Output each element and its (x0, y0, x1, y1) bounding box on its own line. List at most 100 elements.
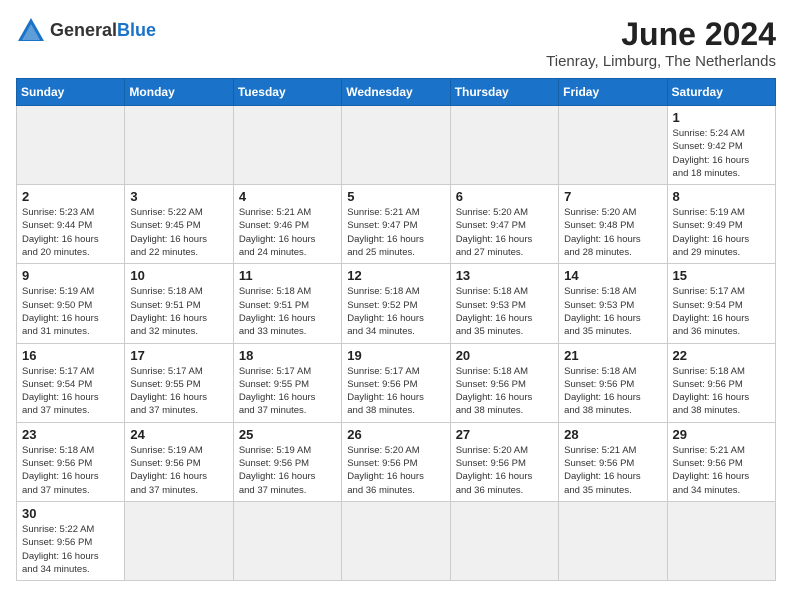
day-cell-7: 7 Sunrise: 5:20 AM Sunset: 9:48 PM Daylig… (559, 185, 667, 264)
day-number-10: 10 (130, 268, 227, 283)
day-number-26: 26 (347, 427, 444, 442)
day-number-30: 30 (22, 506, 119, 521)
day-cell-26: 26 Sunrise: 5:20 AM Sunset: 9:56 PM Dayli… (342, 422, 450, 501)
empty-cell (125, 501, 233, 580)
day-cell-11: 11Sunrise: 5:18 AM Sunset: 9:51 PM Dayli… (233, 264, 341, 343)
day-info-14: Sunrise: 5:18 AM Sunset: 9:53 PM Dayligh… (564, 285, 661, 338)
day-info-7: Sunrise: 5:20 AM Sunset: 9:48 PM Dayligh… (564, 206, 661, 259)
month-title: June 2024 (546, 16, 776, 53)
day-info-18: Sunrise: 5:17 AM Sunset: 9:55 PM Dayligh… (239, 365, 336, 418)
day-number-17: 17 (130, 348, 227, 363)
title-area: June 2024 Tienray, Limburg, The Netherla… (546, 16, 776, 70)
day-number-5: 5 (347, 189, 444, 204)
day-cell-28: 28Sunrise: 5:21 AM Sunset: 9:56 PM Dayli… (559, 422, 667, 501)
empty-cell (342, 501, 450, 580)
weekday-header-row: SundayMondayTuesdayWednesdayThursdayFrid… (17, 79, 776, 106)
day-info-21: Sunrise: 5:18 AM Sunset: 9:56 PM Dayligh… (564, 365, 661, 418)
day-info-26: Sunrise: 5:20 AM Sunset: 9:56 PM Dayligh… (347, 444, 444, 497)
weekday-header-sunday: Sunday (17, 79, 125, 106)
empty-cell (17, 106, 125, 185)
day-cell-4: 4Sunrise: 5:21 AM Sunset: 9:46 PM Daylig… (233, 185, 341, 264)
day-cell-18: 18 Sunrise: 5:17 AM Sunset: 9:55 PM Dayli… (233, 343, 341, 422)
day-number-25: 25 (239, 427, 336, 442)
day-info-17: Sunrise: 5:17 AM Sunset: 9:55 PM Dayligh… (130, 365, 227, 418)
day-cell-6: 6 Sunrise: 5:20 AM Sunset: 9:47 PM Daylig… (450, 185, 558, 264)
calendar-week-6: 30 Sunrise: 5:22 AM Sunset: 9:56 PM Dayli… (17, 501, 776, 580)
day-info-20: Sunrise: 5:18 AM Sunset: 9:56 PM Dayligh… (456, 365, 553, 418)
calendar-week-1: 1Sunrise: 5:24 AM Sunset: 9:42 PM Daylig… (17, 106, 776, 185)
day-info-24: Sunrise: 5:19 AM Sunset: 9:56 PM Dayligh… (130, 444, 227, 497)
day-number-1: 1 (673, 110, 770, 125)
empty-cell (233, 501, 341, 580)
day-info-15: Sunrise: 5:17 AM Sunset: 9:54 PM Dayligh… (673, 285, 770, 338)
empty-cell (125, 106, 233, 185)
header: GeneralBlue June 2024 Tienray, Limburg, … (16, 16, 776, 70)
day-info-6: Sunrise: 5:20 AM Sunset: 9:47 PM Dayligh… (456, 206, 553, 259)
logo: GeneralBlue (16, 16, 156, 46)
day-number-29: 29 (673, 427, 770, 442)
day-info-13: Sunrise: 5:18 AM Sunset: 9:53 PM Dayligh… (456, 285, 553, 338)
weekday-header-tuesday: Tuesday (233, 79, 341, 106)
day-info-9: Sunrise: 5:19 AM Sunset: 9:50 PM Dayligh… (22, 285, 119, 338)
day-number-27: 27 (456, 427, 553, 442)
day-cell-5: 5 Sunrise: 5:21 AM Sunset: 9:47 PM Daylig… (342, 185, 450, 264)
day-number-15: 15 (673, 268, 770, 283)
empty-cell (667, 501, 775, 580)
day-cell-27: 27Sunrise: 5:20 AM Sunset: 9:56 PM Dayli… (450, 422, 558, 501)
day-info-2: Sunrise: 5:23 AM Sunset: 9:44 PM Dayligh… (22, 206, 119, 259)
day-number-8: 8 (673, 189, 770, 204)
logo-general: General (50, 20, 117, 40)
day-cell-12: 12 Sunrise: 5:18 AM Sunset: 9:52 PM Dayli… (342, 264, 450, 343)
day-info-4: Sunrise: 5:21 AM Sunset: 9:46 PM Dayligh… (239, 206, 336, 259)
day-cell-3: 3 Sunrise: 5:22 AM Sunset: 9:45 PM Daylig… (125, 185, 233, 264)
empty-cell (450, 106, 558, 185)
day-cell-24: 24Sunrise: 5:19 AM Sunset: 9:56 PM Dayli… (125, 422, 233, 501)
day-cell-22: 22Sunrise: 5:18 AM Sunset: 9:56 PM Dayli… (667, 343, 775, 422)
day-number-3: 3 (130, 189, 227, 204)
weekday-header-monday: Monday (125, 79, 233, 106)
empty-cell (450, 501, 558, 580)
day-number-13: 13 (456, 268, 553, 283)
weekday-header-thursday: Thursday (450, 79, 558, 106)
day-number-19: 19 (347, 348, 444, 363)
day-number-22: 22 (673, 348, 770, 363)
day-number-6: 6 (456, 189, 553, 204)
empty-cell (342, 106, 450, 185)
day-number-18: 18 (239, 348, 336, 363)
day-info-12: Sunrise: 5:18 AM Sunset: 9:52 PM Dayligh… (347, 285, 444, 338)
calendar-week-4: 16 Sunrise: 5:17 AM Sunset: 9:54 PM Dayli… (17, 343, 776, 422)
weekday-header-wednesday: Wednesday (342, 79, 450, 106)
day-info-23: Sunrise: 5:18 AM Sunset: 9:56 PM Dayligh… (22, 444, 119, 497)
day-cell-1: 1Sunrise: 5:24 AM Sunset: 9:42 PM Daylig… (667, 106, 775, 185)
weekday-header-saturday: Saturday (667, 79, 775, 106)
day-cell-30: 30 Sunrise: 5:22 AM Sunset: 9:56 PM Dayli… (17, 501, 125, 580)
logo-icon (16, 16, 46, 46)
day-info-5: Sunrise: 5:21 AM Sunset: 9:47 PM Dayligh… (347, 206, 444, 259)
day-cell-15: 15 Sunrise: 5:17 AM Sunset: 9:54 PM Dayli… (667, 264, 775, 343)
day-number-16: 16 (22, 348, 119, 363)
day-cell-23: 23Sunrise: 5:18 AM Sunset: 9:56 PM Dayli… (17, 422, 125, 501)
day-cell-19: 19 Sunrise: 5:17 AM Sunset: 9:56 PM Dayli… (342, 343, 450, 422)
day-number-7: 7 (564, 189, 661, 204)
logo-blue: Blue (117, 20, 156, 40)
day-cell-25: 25Sunrise: 5:19 AM Sunset: 9:56 PM Dayli… (233, 422, 341, 501)
day-number-28: 28 (564, 427, 661, 442)
day-info-16: Sunrise: 5:17 AM Sunset: 9:54 PM Dayligh… (22, 365, 119, 418)
day-cell-29: 29Sunrise: 5:21 AM Sunset: 9:56 PM Dayli… (667, 422, 775, 501)
day-cell-8: 8Sunrise: 5:19 AM Sunset: 9:49 PM Daylig… (667, 185, 775, 264)
day-cell-2: 2Sunrise: 5:23 AM Sunset: 9:44 PM Daylig… (17, 185, 125, 264)
calendar-table: SundayMondayTuesdayWednesdayThursdayFrid… (16, 78, 776, 581)
day-info-3: Sunrise: 5:22 AM Sunset: 9:45 PM Dayligh… (130, 206, 227, 259)
weekday-header-friday: Friday (559, 79, 667, 106)
calendar-week-3: 9 Sunrise: 5:19 AM Sunset: 9:50 PM Daylig… (17, 264, 776, 343)
day-number-21: 21 (564, 348, 661, 363)
day-number-11: 11 (239, 268, 336, 283)
day-info-30: Sunrise: 5:22 AM Sunset: 9:56 PM Dayligh… (22, 523, 119, 576)
day-number-9: 9 (22, 268, 119, 283)
empty-cell (559, 106, 667, 185)
day-cell-16: 16 Sunrise: 5:17 AM Sunset: 9:54 PM Dayli… (17, 343, 125, 422)
day-info-19: Sunrise: 5:17 AM Sunset: 9:56 PM Dayligh… (347, 365, 444, 418)
day-number-20: 20 (456, 348, 553, 363)
day-number-12: 12 (347, 268, 444, 283)
day-cell-9: 9 Sunrise: 5:19 AM Sunset: 9:50 PM Daylig… (17, 264, 125, 343)
